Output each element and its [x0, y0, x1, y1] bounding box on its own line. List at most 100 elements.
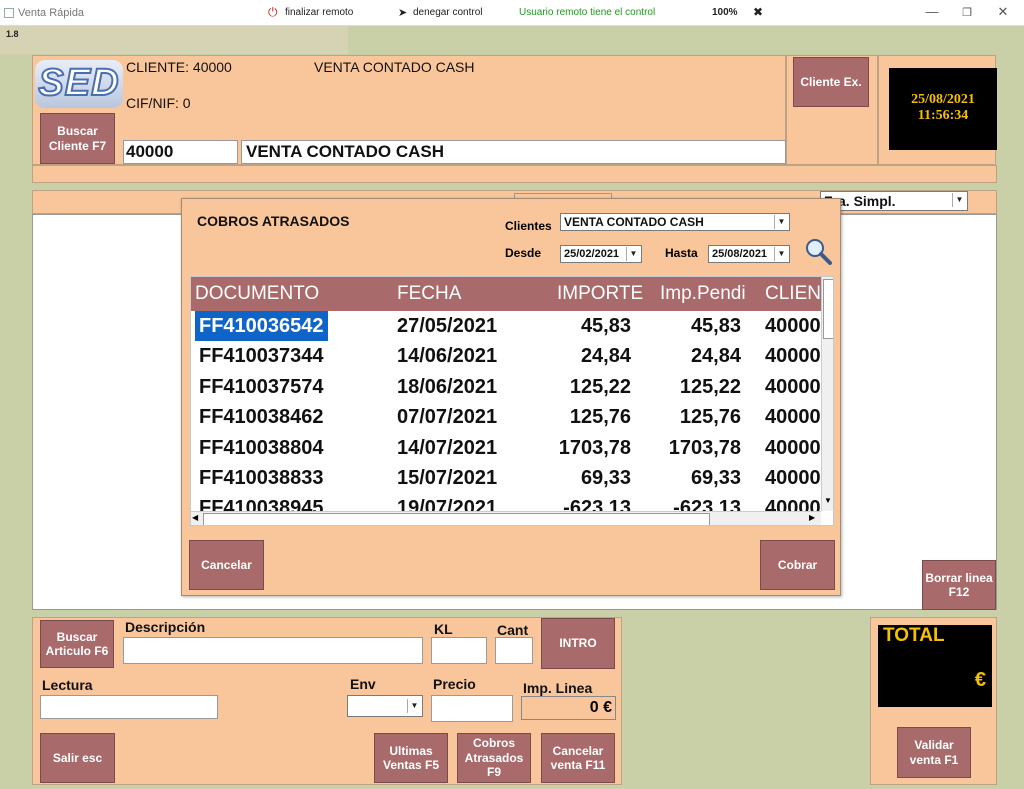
table-row[interactable]: FF410037574 18/06/2021 125,22 125,22 40000 [191, 372, 821, 402]
cell-fecha: 07/07/2021 [397, 406, 498, 429]
cant-input[interactable] [495, 637, 533, 664]
pin-icon[interactable]: ✖ [753, 5, 763, 19]
borrar-linea-button[interactable]: Borrar linea F12 [922, 560, 996, 610]
hasta-date-picker[interactable]: 25/08/2021 ▼ [708, 245, 790, 263]
chevron-down-icon[interactable]: ▼ [952, 193, 966, 207]
col-documento[interactable]: DOCUMENTO [195, 277, 319, 311]
cell-documento: FF410038804 [199, 436, 324, 459]
cancelar-venta-button[interactable]: Cancelar venta F11 [541, 733, 615, 783]
version-strip: 1.8 [0, 26, 348, 54]
cursor-icon[interactable]: ➤ [398, 6, 407, 19]
cliente-ex-button[interactable]: Cliente Ex. [793, 57, 869, 107]
finish-remote-button[interactable]: finalizar remoto [285, 7, 353, 18]
env-select[interactable]: ▼ [347, 695, 423, 717]
buscar-articulo-button[interactable]: Buscar Articulo F6 [40, 620, 114, 668]
scroll-right-icon[interactable]: ▶ [809, 513, 815, 522]
horizontal-scroll-thumb[interactable] [203, 513, 710, 525]
col-cliente[interactable]: CLIEN [765, 277, 821, 311]
restore-button[interactable]: ❐ [957, 6, 977, 19]
minimize-button[interactable]: — [922, 4, 942, 19]
imp-linea-value: 0 € [521, 696, 616, 720]
venta-type-label: VENTA CONTADO CASH [314, 59, 475, 75]
cell-cliente: 40000 [765, 497, 821, 511]
app-icon [4, 8, 14, 18]
sed-logo: SED [35, 60, 123, 108]
cobrar-button[interactable]: Cobrar [760, 540, 835, 590]
validar-venta-button[interactable]: Validar venta F1 [897, 727, 971, 778]
cell-documento: FF410037574 [199, 375, 324, 398]
chevron-down-icon[interactable]: ▼ [774, 215, 788, 229]
cliente-code-field[interactable]: 40000 [123, 140, 238, 164]
total-label: TOTAL [883, 625, 945, 646]
total-display: TOTAL € [878, 625, 992, 707]
chevron-down-icon[interactable]: ▼ [774, 247, 788, 261]
cell-documento: FF410038462 [199, 406, 324, 429]
clientes-value: VENTA CONTADO CASH [564, 215, 704, 229]
cell-imp-pendi: 24,84 [690, 345, 741, 368]
col-fecha[interactable]: FECHA [397, 277, 461, 311]
cobros-atrasados-button[interactable]: Cobros Atrasados F9 [457, 733, 531, 783]
cell-cliente: 40000 [765, 436, 821, 459]
cell-imp-pendi: -623,13 [673, 497, 741, 511]
descripcion-label: Descripción [125, 619, 206, 635]
salir-button[interactable]: Salir esc [40, 733, 115, 783]
ultimas-ventas-button[interactable]: Ultimas Ventas F5 [374, 733, 448, 783]
cancelar-button[interactable]: Cancelar [189, 540, 264, 590]
cell-cliente: 40000 [765, 406, 821, 429]
kl-input[interactable] [431, 637, 487, 664]
table-row[interactable]: FF410038833 15/07/2021 69,33 69,33 40000 [191, 463, 821, 493]
clientes-label: Clientes [505, 219, 552, 233]
cell-cliente: 40000 [765, 467, 821, 489]
dialog-title: COBROS ATRASADOS [197, 213, 350, 229]
lectura-input[interactable] [40, 695, 218, 719]
cliente-name-field[interactable]: VENTA CONTADO CASH [241, 140, 786, 164]
horizontal-scrollbar[interactable]: ◀ ▶ [191, 511, 821, 525]
col-imp-pendi[interactable]: Imp.Pendi [660, 277, 746, 311]
intro-button[interactable]: INTRO [541, 618, 615, 669]
grid-header: DOCUMENTO FECHA IMPORTE Imp.Pendi CLIEN [191, 277, 833, 311]
cell-documento: FF410038833 [199, 467, 324, 489]
col-importe[interactable]: IMPORTE [557, 277, 643, 311]
power-icon[interactable]: ⏻ [268, 5, 278, 20]
clock-time: 11:56:34 [917, 108, 969, 123]
cell-documento: FF410038945 [199, 497, 324, 511]
zoom-level[interactable]: 100% [712, 7, 738, 18]
close-button[interactable]: ✕ [993, 4, 1013, 20]
deny-control-button[interactable]: denegar control [413, 7, 483, 18]
descripcion-input[interactable] [123, 637, 423, 664]
cell-importe: 24,84 [580, 345, 631, 368]
scroll-down-icon[interactable]: ▼ [824, 496, 832, 505]
search-icon[interactable] [803, 236, 833, 266]
remote-status: Usuario remoto tiene el control [519, 7, 656, 18]
invoice-type-select[interactable]: Fra. Simpl. ▼ [820, 191, 968, 211]
window-title: Venta Rápida [18, 7, 85, 19]
cell-fecha: 15/07/2021 [397, 467, 498, 489]
vertical-scroll-thumb[interactable] [823, 279, 833, 339]
cell-cliente: 40000 [765, 345, 821, 368]
precio-input[interactable] [431, 695, 513, 722]
table-row[interactable]: FF410038945 19/07/2021 -623,13 -623,13 40000 [191, 493, 821, 511]
cell-importe: 45,83 [580, 315, 631, 337]
table-row[interactable]: FF410038804 14/07/2021 1703,78 1703,78 40000 [191, 433, 821, 463]
chevron-down-icon[interactable]: ▼ [626, 247, 640, 261]
cell-fecha: 18/06/2021 [397, 375, 498, 398]
cell-documento: FF410036542 [195, 311, 328, 341]
scroll-left-icon[interactable]: ◀ [192, 513, 198, 522]
grid-body: FF410036542 27/05/2021 45,83 45,83 40000 FF41… [191, 311, 821, 511]
table-row[interactable]: FF410036542 27/05/2021 45,83 45,83 40000 [191, 311, 821, 341]
cell-cliente: 40000 [765, 315, 821, 337]
desde-value: 25/02/2021 [564, 248, 620, 260]
clientes-select[interactable]: VENTA CONTADO CASH ▼ [560, 213, 790, 231]
chevron-down-icon[interactable]: ▼ [407, 699, 421, 713]
table-row[interactable]: FF410038462 07/07/2021 125,76 125,76 40000 [191, 402, 821, 432]
table-row[interactable]: FF410037344 14/06/2021 24,84 24,84 40000 [191, 341, 821, 371]
cell-documento: FF410037344 [199, 345, 324, 368]
desde-date-picker[interactable]: 25/02/2021 ▼ [560, 245, 642, 263]
kl-label: KL [434, 621, 453, 637]
lectura-label: Lectura [42, 677, 93, 693]
hasta-label: Hasta [665, 246, 698, 260]
cobros-grid[interactable]: DOCUMENTO FECHA IMPORTE Imp.Pendi CLIEN … [190, 276, 834, 526]
vertical-scrollbar[interactable]: ▼ [821, 277, 833, 511]
title-bar: Venta Rápida ⏻ finalizar remoto ➤ denega… [0, 0, 1024, 26]
buscar-cliente-button[interactable]: Buscar Cliente F7 [40, 113, 115, 164]
